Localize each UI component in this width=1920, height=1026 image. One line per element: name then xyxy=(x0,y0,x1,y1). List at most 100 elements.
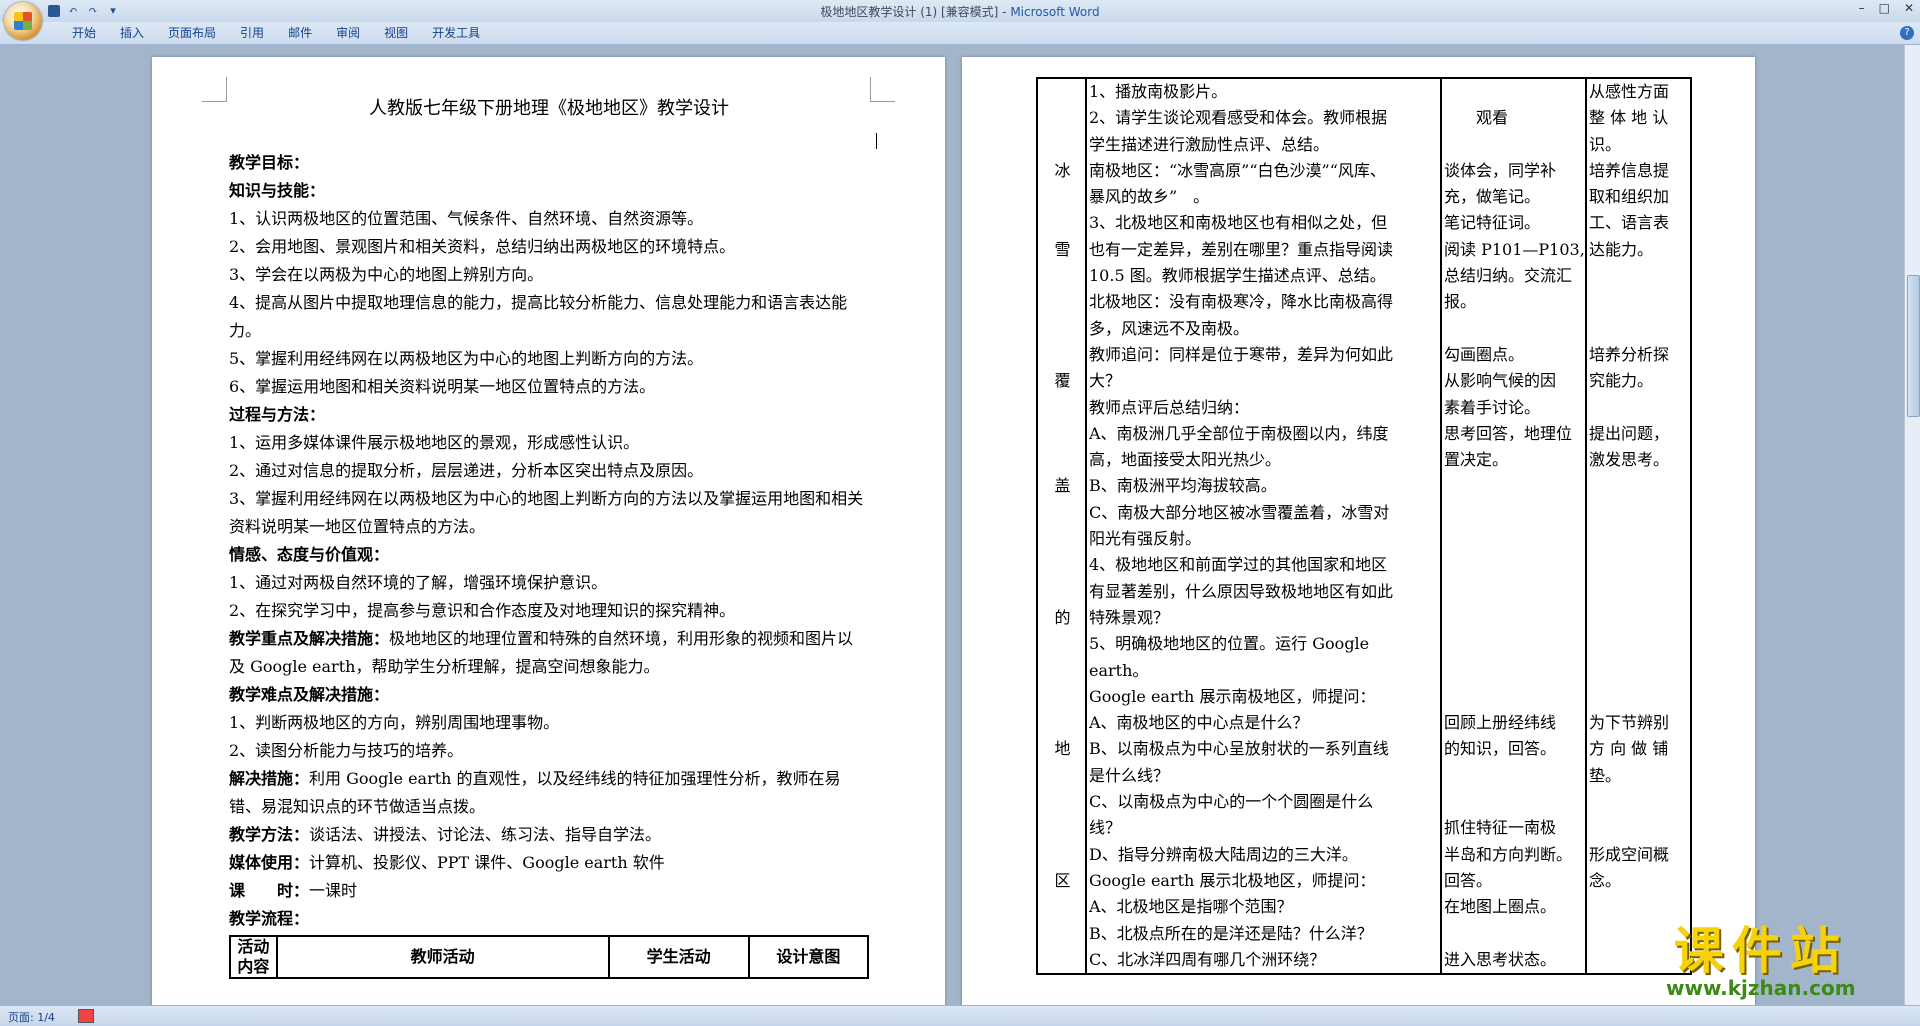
paragraph-text: 4、提高从图片中提取地理信息的能力，提高比较分析能力、信息处理能力和语言表达能力… xyxy=(229,293,848,340)
cell-line xyxy=(1589,552,1690,578)
cell-line: 4、极地地区和前面学过的其他国家和地区 xyxy=(1089,555,1388,575)
page1-paragraphs: 教学目标： 知识与技能： 1、认识两极地区的位置范围、气候条件、自然环境、自然资源等… xyxy=(229,149,869,933)
help-icon[interactable]: ? xyxy=(1900,26,1914,40)
tab-developer[interactable]: 开发工具 xyxy=(420,25,492,41)
cell-line: 抓住特征一南极 xyxy=(1444,818,1557,838)
cell-line: 究能力。 xyxy=(1589,371,1654,391)
office-button[interactable] xyxy=(4,2,42,40)
scrollbar-thumb[interactable] xyxy=(1907,275,1920,417)
cell-line: 培养分析探 xyxy=(1589,344,1670,364)
paragraph-line: 解决措施：利用 Google earth 的直观性，以及经纬线的特征加强理性分析… xyxy=(229,765,869,821)
proofing-icon[interactable] xyxy=(78,1009,94,1023)
cell-line: 为下节辨别 xyxy=(1589,713,1670,733)
paragraph-text: 一课时 xyxy=(309,881,358,900)
cell-line xyxy=(1040,263,1085,289)
cell-line: 置决定。 xyxy=(1444,450,1509,470)
cell-line: 多，风速远不及南极。 xyxy=(1089,318,1250,338)
paragraph-line: 媒体使用：计算机、投影仪、PPT 课件、Google earth 软件 xyxy=(229,849,869,877)
office-logo-icon xyxy=(14,12,32,30)
watermark-url: www.kjzhan.com xyxy=(1666,976,1856,1000)
tab-references[interactable]: 引用 xyxy=(228,25,276,41)
cell-line: 特殊景观？ xyxy=(1089,607,1170,627)
paragraph-text: 1、判断两极地区的方向，辨别周围地理事物。 xyxy=(229,713,560,732)
minimize-button[interactable]: – xyxy=(1859,1,1865,15)
window-controls: – □ ✕ xyxy=(1859,1,1914,15)
paragraph-line: 1、运用多媒体课件展示极地地区的景观，形成感性认识。 xyxy=(229,429,869,457)
cell-line xyxy=(1589,631,1690,657)
tab-view[interactable]: 视图 xyxy=(372,25,420,41)
cell-line xyxy=(1444,579,1585,605)
cell-line xyxy=(1040,684,1085,710)
cell-line xyxy=(1040,500,1085,526)
ribbon-tab-bar: 开始 插入 页面布局 引用 邮件 审阅 视图 开发工具 ? xyxy=(0,22,1920,45)
document-page-2[interactable]: 冰雪覆盖的地区 1、播放南极影片。 2、请学生谈论观看感受和体会。教师根据 学生描述… xyxy=(962,57,1755,1005)
teaching-flow-table: 活动内容 教师活动 学生活动 设计意图 xyxy=(229,935,870,979)
cell-line: 识。 xyxy=(1589,134,1622,154)
cell-line: 的 xyxy=(1054,607,1071,627)
cell-line: B、南极洲平均海拔较高。 xyxy=(1089,476,1277,496)
header-student-activity: 学生活动 xyxy=(607,935,750,979)
maximize-button[interactable]: □ xyxy=(1879,1,1890,15)
tab-page-layout[interactable]: 页面布局 xyxy=(156,25,228,41)
vertical-scrollbar[interactable] xyxy=(1904,45,1920,1005)
cell-line xyxy=(1589,289,1690,315)
cell-line: 2、请学生谈论观看感受和体会。教师根据 xyxy=(1089,108,1388,128)
cell-line: 总结归纳。交流汇 xyxy=(1444,266,1573,286)
paragraph-text: 1、认识两极地区的位置范围、气候条件、自然环境、自然资源等。 xyxy=(229,209,704,228)
cell-line: 念。 xyxy=(1589,870,1622,890)
cell-line: 报。 xyxy=(1444,292,1477,312)
cell-line: 大？ xyxy=(1089,371,1122,391)
cell-line xyxy=(1040,105,1085,131)
app-name: Microsoft Word xyxy=(1010,5,1100,19)
document-title: 极地地区教学设计 (1) [兼容模式] - xyxy=(820,5,1011,19)
document-page-1[interactable]: 人教版七年级下册地理《极地地区》教学设计 教学目标： 知识与技能： 1、认识两极地区… xyxy=(152,57,945,1005)
paragraph-text: 2、通过对信息的提取分析，层层递进，分析本区突出特点及原因。 xyxy=(229,461,704,480)
document-area[interactable]: 人教版七年级下册地理《极地地区》教学设计 教学目标： 知识与技能： 1、认识两极地区… xyxy=(0,45,1904,1005)
cell-line: 教师追问：同样是位于寒带，差异为何如此 xyxy=(1089,344,1394,364)
tab-mailings[interactable]: 邮件 xyxy=(276,25,324,41)
watermark-text: 课件站 xyxy=(1673,922,1848,980)
paragraph-text: 3、学会在以两极为中心的地图上辨别方向。 xyxy=(229,265,544,284)
paragraph-text: 3、掌握利用经纬网在以两极地区为中心的地图上判断方向的方法以及掌握运用地图和相关… xyxy=(229,489,864,536)
cell-line xyxy=(1040,184,1085,210)
status-bar: 页面: 1/4 xyxy=(0,1005,1920,1026)
page-counter[interactable]: 页面: 1/4 xyxy=(8,1009,55,1025)
cell-line: 线？ xyxy=(1089,818,1122,838)
cell-line xyxy=(1444,526,1585,552)
cell-line xyxy=(1589,894,1690,920)
header-design-intent: 设计意图 xyxy=(747,935,870,979)
cell-line: 有显著差别，什么原因导致极地地区有如此 xyxy=(1089,581,1394,601)
cell-line: 教师点评后总结归纳： xyxy=(1089,397,1250,417)
paragraph-line: 5、掌握利用经纬网在以两极地区为中心的地图上判断方向的方法。 xyxy=(229,345,869,373)
cell-line: C、北冰洋四周有哪几个洲环绕？ xyxy=(1089,949,1326,969)
cell-line: Google earth 展示南极地区，师提问： xyxy=(1089,686,1376,706)
cell-line xyxy=(1589,684,1690,710)
cell-line xyxy=(1040,342,1085,368)
cell-line: 回顾上册经纬线 xyxy=(1444,713,1557,733)
cell-line xyxy=(1040,526,1085,552)
cell-line: 激发思考。 xyxy=(1589,450,1670,470)
cell-line: C、南极大部分地区被冰雪覆盖着，冰雪对 xyxy=(1089,502,1390,522)
cell-line: B、北极点所在的是洋还是陆？什么洋？ xyxy=(1089,923,1373,943)
tab-insert[interactable]: 插入 xyxy=(108,25,156,41)
cell-line xyxy=(1589,500,1690,526)
cell-line: A、北极地区是指哪个范围？ xyxy=(1089,897,1293,917)
cell-line xyxy=(1444,921,1585,947)
cell-line xyxy=(1444,658,1585,684)
margin-corner-mark xyxy=(870,77,895,102)
paragraph-line: 2、通过对信息的提取分析，层层递进，分析本区突出特点及原因。 xyxy=(229,457,869,485)
paragraph-line: 课 时：一课时 xyxy=(229,877,869,905)
cell-line xyxy=(1444,79,1585,105)
close-button[interactable]: ✕ xyxy=(1904,1,1914,15)
tab-home[interactable]: 开始 xyxy=(60,25,108,41)
table-row: 冰雪覆盖的地区 1、播放南极影片。 2、请学生谈论观看感受和体会。教师根据 学生描述… xyxy=(1036,76,1692,976)
cell-line: 雪 xyxy=(1054,239,1071,259)
cell-line xyxy=(1444,473,1585,499)
tab-review[interactable]: 审阅 xyxy=(324,25,372,41)
cell-line: 素着手讨论。 xyxy=(1444,397,1541,417)
cell-line xyxy=(1589,815,1690,841)
cell-line: 勾画圈点。 xyxy=(1444,344,1525,364)
paragraph-label: 情感、态度与价值观： xyxy=(229,545,390,564)
cell-line: B、以南极点为中心呈放射状的一系列直线 xyxy=(1089,739,1389,759)
paragraph-line: 2、读图分析能力与技巧的培养。 xyxy=(229,737,869,765)
